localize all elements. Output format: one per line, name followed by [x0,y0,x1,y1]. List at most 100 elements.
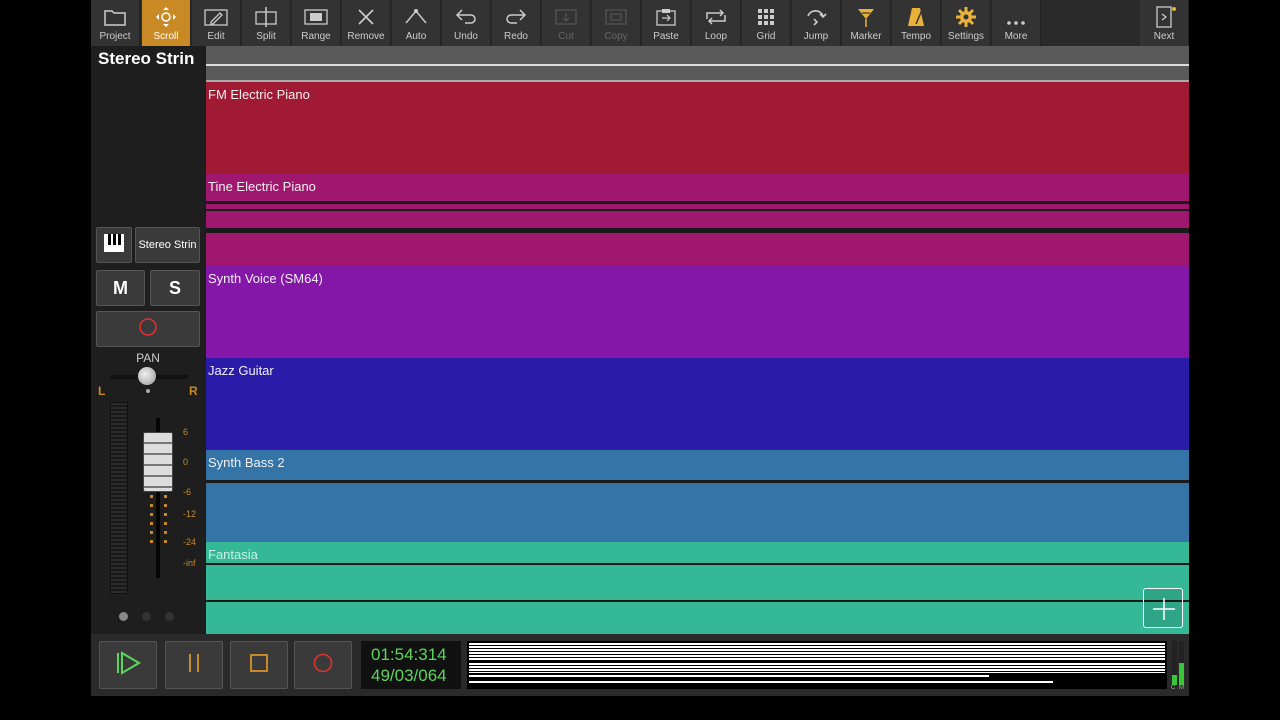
record-icon [138,317,158,342]
region-divider [206,228,1189,233]
overview-regions [469,663,1165,673]
meter-level [1172,675,1177,685]
page-dot-active[interactable] [119,612,128,621]
more-button[interactable]: More [992,0,1041,46]
next-button-label: Next [1153,31,1175,42]
move-icon [155,6,177,28]
marker-icon [855,6,877,28]
overview-region [469,675,989,677]
solo-button[interactable]: S [150,270,200,306]
pause-button[interactable] [165,641,223,689]
track-name: Synth Bass 2 [208,455,285,470]
paste-button-label: Paste [653,31,679,42]
add-track-button[interactable] [1143,588,1183,628]
mute-button[interactable]: M [96,270,145,306]
ruler-line [206,64,1189,66]
play-button[interactable] [99,641,157,689]
page-dot[interactable] [165,612,174,621]
grid-icon [757,6,775,28]
overview-region [469,681,1053,683]
metronome-icon [905,6,927,28]
range-button[interactable]: Range [292,0,341,46]
db-label-6: 6 [183,427,189,437]
meter-label-c: C [1171,685,1176,691]
timeline-ruler[interactable] [206,46,1189,82]
cut-icon [554,6,578,28]
gear-icon [955,6,977,28]
cut-button-label: Cut [558,31,574,42]
track-area[interactable]: FM Electric Piano Tine Electric Piano Sy… [206,46,1189,634]
jump-button[interactable]: Jump [792,0,841,46]
next-button[interactable]: Next [1140,0,1189,46]
region-divider [206,201,1189,204]
fader-scale-left [150,486,153,546]
track-title: Stereo Strin [98,49,195,68]
db-label-minus6: -6 [183,487,192,497]
grid-button-label: Grid [756,31,776,42]
region-divider [206,563,1189,565]
track-lane[interactable]: Synth Voice (SM64) [206,266,1189,358]
meter-channel [1172,641,1177,685]
track-name: FM Electric Piano [208,87,310,102]
scroll-button-label: Scroll [153,31,179,42]
pan-label: PAN [136,351,160,365]
fader-scale-right [164,486,167,546]
meter-level [1179,663,1184,685]
transport-bar: 01:54:314 49/03/064 C M [91,634,1189,696]
region-divider [206,209,1189,211]
undo-button[interactable]: Undo [442,0,491,46]
time-display[interactable]: 01:54:314 49/03/064 [361,641,461,689]
redo-button[interactable]: Redo [492,0,541,46]
track-lane[interactable]: Synth Bass 2 [206,450,1189,542]
track-inspector: Stereo Strin Stereo Strin M S PAN L R 6 … [91,46,205,634]
overview-regions [469,643,1165,661]
instrument-button[interactable] [96,227,132,263]
settings-button[interactable]: Settings [942,0,991,46]
page-dot[interactable] [142,612,151,621]
track-lane[interactable]: Tine Electric Piano [206,174,1189,266]
copy-button-label: Copy [604,31,628,42]
stop-icon [248,652,270,679]
pause-icon [184,652,204,679]
copy-button[interactable]: Copy [592,0,641,46]
paste-button[interactable]: Paste [642,0,691,46]
loop-button[interactable]: Loop [692,0,741,46]
track-lane[interactable]: Jazz Guitar [206,358,1189,450]
grid-button[interactable]: Grid [742,0,791,46]
record-icon [312,652,334,679]
remove-button-label: Remove [347,31,385,42]
redo-icon [504,6,528,28]
instrument-name-button[interactable]: Stereo Strin [135,227,200,263]
split-icon [254,6,278,28]
stop-button[interactable] [230,641,288,689]
scroll-button[interactable]: Scroll [142,0,191,46]
db-label-0: 0 [183,457,189,467]
marker-button[interactable]: Marker [842,0,891,46]
pan-left-label: L [98,384,106,398]
master-meter: C M [1171,641,1185,691]
edit-button[interactable]: Edit [192,0,241,46]
remove-button[interactable]: Remove [342,0,391,46]
record-arm-button[interactable] [96,311,200,347]
region-divider [206,480,1189,483]
track-lane[interactable]: FM Electric Piano [206,82,1189,174]
project-button[interactable]: Project [91,0,140,46]
app-window: Project Scroll Edit Split Range Remove A… [91,0,1189,696]
track-lane[interactable]: Fantasia [206,542,1189,634]
meter-label-m: M [1179,685,1184,691]
pan-knob[interactable] [138,367,156,385]
split-button[interactable]: Split [242,0,291,46]
play-icon [113,650,143,681]
undo-button-label: Undo [454,31,478,42]
cut-button[interactable]: Cut [542,0,591,46]
volume-fader[interactable] [138,406,178,578]
tempo-button[interactable]: Tempo [892,0,941,46]
fader-cap[interactable] [143,432,173,492]
record-button[interactable] [294,641,352,689]
auto-button[interactable]: Auto [392,0,441,46]
project-button-label: Project [99,31,131,42]
song-overview[interactable] [467,641,1167,689]
meter-channel [1179,641,1184,685]
level-meter [110,402,128,594]
track-name: Synth Voice (SM64) [208,271,323,286]
